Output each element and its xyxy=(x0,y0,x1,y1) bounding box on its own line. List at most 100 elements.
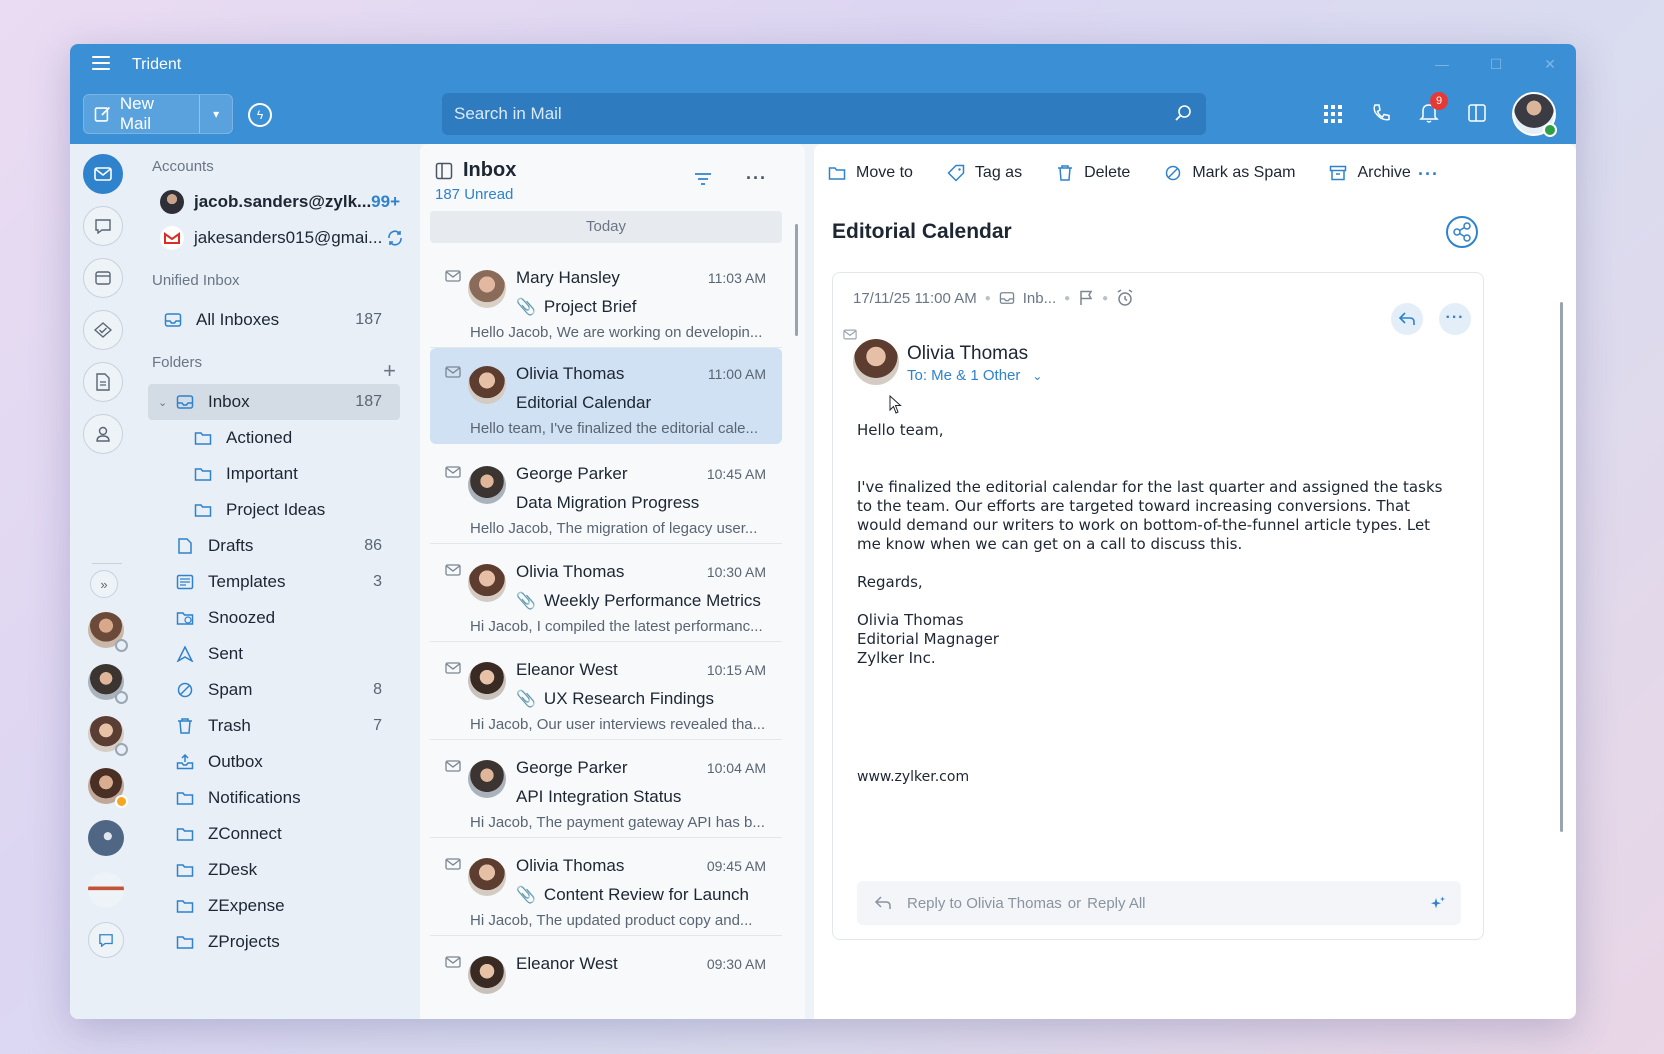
account-item-gmail[interactable]: jakesanders015@gmai... xyxy=(160,226,410,250)
search-icon[interactable] xyxy=(1174,104,1192,122)
folder-zprojects[interactable]: ZProjects xyxy=(148,924,400,960)
folder-zdesk[interactable]: ZDesk xyxy=(148,852,400,888)
envelope-icon[interactable] xyxy=(445,564,461,576)
envelope-icon[interactable] xyxy=(445,858,461,870)
envelope-icon[interactable] xyxy=(445,956,461,968)
envelope-icon[interactable] xyxy=(445,760,461,772)
chevron-down-icon[interactable]: ⌄ xyxy=(1032,369,1042,383)
collapse-pane-icon[interactable] xyxy=(435,162,453,180)
folder-templates[interactable]: Templates 3 xyxy=(148,564,400,600)
delete-button[interactable]: Delete xyxy=(1056,164,1130,182)
envelope-icon[interactable] xyxy=(445,366,461,378)
sender-avatar[interactable] xyxy=(853,339,899,385)
reminder-alarm-icon[interactable] xyxy=(1116,289,1134,307)
chat-icon[interactable] xyxy=(83,206,123,246)
message-item-selected[interactable]: Olivia Thomas 11:00 AM Editorial Calenda… xyxy=(430,348,782,444)
mail-icon[interactable] xyxy=(83,154,123,194)
contact-avatar[interactable] xyxy=(88,612,128,652)
website-link[interactable]: www.zylker.com xyxy=(857,769,969,785)
apps-grid-icon[interactable] xyxy=(1322,100,1344,126)
folder-zexpense[interactable]: ZExpense xyxy=(148,888,400,924)
message-item[interactable]: Eleanor West 10:15 AM 📎 UX Research Findi… xyxy=(430,644,782,740)
contact-avatar[interactable] xyxy=(88,768,128,808)
minimize-icon[interactable]: — xyxy=(1430,52,1454,76)
sender-name: Olivia Thomas xyxy=(516,856,625,875)
envelope-icon[interactable] xyxy=(445,662,461,674)
message-item[interactable]: Mary Hansley 11:03 AM 📎 Project Brief Hel… xyxy=(430,252,782,348)
envelope-icon[interactable] xyxy=(445,270,461,282)
maximize-icon[interactable]: ☐ xyxy=(1484,52,1508,76)
share-icon[interactable] xyxy=(1446,216,1478,248)
add-folder-plus-icon[interactable]: + xyxy=(383,358,396,384)
contact-avatar[interactable] xyxy=(88,716,128,756)
filter-icon[interactable] xyxy=(694,172,712,186)
reply-icon[interactable] xyxy=(1391,303,1423,335)
contacts-icon[interactable] xyxy=(83,414,123,454)
flag-icon[interactable] xyxy=(1078,290,1094,306)
envelope-icon[interactable] xyxy=(843,329,857,340)
expand-chevrons-icon[interactable]: » xyxy=(90,570,118,598)
folder-project-ideas[interactable]: Project Ideas xyxy=(148,492,400,528)
unread-count[interactable]: 187 Unread xyxy=(435,186,513,203)
contact-avatar[interactable] xyxy=(88,872,124,908)
folder-trash[interactable]: Trash 7 xyxy=(148,708,400,744)
toolbar-more-options-icon[interactable]: ··· xyxy=(1418,164,1439,185)
folder-actioned[interactable]: Actioned xyxy=(148,420,400,456)
message-item[interactable]: George Parker 10:45 AM Data Migration Pr… xyxy=(430,448,782,544)
list-more-options-icon[interactable]: ··· xyxy=(746,168,767,189)
sender-avatar xyxy=(468,956,506,994)
list-header: Inbox xyxy=(435,159,516,182)
move-to-button[interactable]: Move to xyxy=(828,164,913,182)
phone-icon[interactable] xyxy=(1370,100,1392,126)
folder-inbox[interactable]: ⌄ Inbox 187 xyxy=(148,384,400,420)
user-avatar[interactable] xyxy=(1512,92,1557,137)
folder-snoozed[interactable]: Snoozed xyxy=(148,600,400,636)
message-folder[interactable]: Inb... xyxy=(1023,290,1056,307)
reply-all-link[interactable]: Reply All xyxy=(1087,895,1145,912)
sync-icon[interactable] xyxy=(386,229,404,247)
mark-as-spam-button[interactable]: Mark as Spam xyxy=(1164,164,1295,182)
folder-all-inboxes[interactable]: All Inboxes 187 xyxy=(164,302,400,338)
quick-actions-bolt-icon[interactable]: ϟ xyxy=(248,103,272,127)
reply-prefix[interactable]: Reply to Olivia Thomas xyxy=(907,895,1062,912)
chevron-down-icon[interactable]: ⌄ xyxy=(158,396,167,409)
folder-outbox[interactable]: Outbox xyxy=(148,744,400,780)
folder-spam[interactable]: Spam 8 xyxy=(148,672,400,708)
new-mail-dropdown-chevron-icon[interactable]: ▾ xyxy=(200,107,232,121)
quick-reply-input[interactable]: Reply to Olivia Thomas or Reply All xyxy=(857,881,1461,925)
reading-pane-scrollbar[interactable] xyxy=(1560,302,1563,832)
sender-name[interactable]: Olivia Thomas xyxy=(907,343,1028,365)
message-more-options-icon[interactable]: ··· xyxy=(1439,303,1471,335)
new-mail-main[interactable]: New Mail xyxy=(84,94,201,133)
folder-sent[interactable]: Sent xyxy=(148,636,400,672)
menu-icon[interactable] xyxy=(92,56,110,70)
message-item[interactable]: Olivia Thomas 09:45 AM 📎 Content Review f… xyxy=(430,840,782,936)
message-item[interactable]: Olivia Thomas 10:30 AM 📎 Weekly Performan… xyxy=(430,546,782,642)
folder-notifications[interactable]: Notifications xyxy=(148,780,400,816)
contact-avatar[interactable] xyxy=(88,664,128,704)
recipients[interactable]: To: Me & 1 Other ⌄ xyxy=(907,367,1042,384)
notes-icon[interactable] xyxy=(83,362,123,402)
new-mail-button[interactable]: New Mail ▾ xyxy=(83,94,233,134)
envelope-icon[interactable] xyxy=(445,466,461,478)
folder-important[interactable]: Important xyxy=(148,456,400,492)
list-scrollbar[interactable] xyxy=(795,224,798,336)
signature-name: Olivia Thomas xyxy=(857,611,964,629)
tasks-icon[interactable] xyxy=(83,310,123,350)
close-icon[interactable]: ✕ xyxy=(1538,52,1562,76)
contact-avatar[interactable] xyxy=(88,820,124,856)
message-item[interactable]: George Parker 10:04 AM API Integration S… xyxy=(430,742,782,838)
chat-bubble-icon[interactable] xyxy=(88,922,124,958)
search-input[interactable]: Search in Mail xyxy=(442,93,1206,135)
unified-inbox-heading: Unified Inbox xyxy=(152,272,240,289)
notifications-bell-icon[interactable]: 9 xyxy=(1418,92,1448,126)
folder-zconnect[interactable]: ZConnect xyxy=(148,816,400,852)
panel-toggle-icon[interactable] xyxy=(1466,100,1488,126)
account-item-zylker[interactable]: jacob.sanders@zylk... 99+ xyxy=(160,190,410,214)
calendar-icon[interactable] xyxy=(83,258,123,298)
message-item[interactable]: Eleanor West 09:30 AM xyxy=(430,938,782,1018)
archive-button[interactable]: Archive xyxy=(1329,164,1411,182)
tag-as-button[interactable]: Tag as xyxy=(947,164,1022,182)
folder-drafts[interactable]: Drafts 86 xyxy=(148,528,400,564)
ai-sparkle-icon[interactable] xyxy=(1429,895,1447,913)
